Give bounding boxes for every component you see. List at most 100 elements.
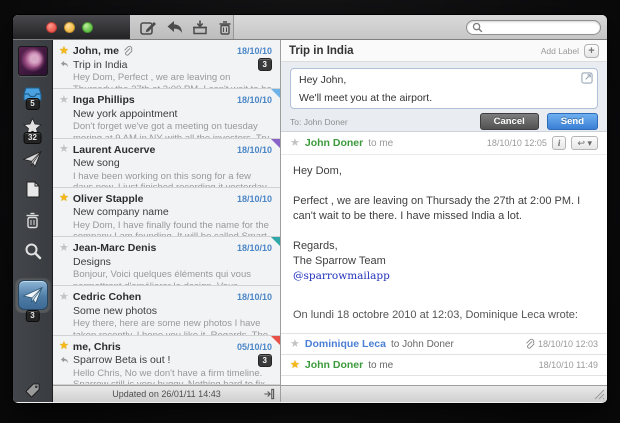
preview: Hey Dom, I have finally found the name f…: [73, 219, 269, 238]
body-paragraph: Perfect , we are leaving on Thursady the…: [293, 195, 581, 222]
thread-count-badge: 3: [257, 353, 272, 367]
subject: New company name: [73, 206, 169, 219]
paper-plane-icon: [23, 151, 42, 167]
body-signature: The Sparrow Team: [293, 255, 386, 267]
reading-footer: [281, 385, 607, 402]
sidebar-item-starred[interactable]: 32: [23, 118, 42, 144]
star-icon[interactable]: ★: [59, 94, 69, 106]
search-input[interactable]: [486, 22, 586, 32]
compose-button[interactable]: [140, 18, 157, 36]
twitter-link[interactable]: @sparrowmailapp: [293, 270, 390, 282]
sidebar-item-drafts[interactable]: [26, 181, 40, 198]
collapsed-message[interactable]: ★ Dominique Leca to John Doner 18/10/10 …: [281, 333, 607, 354]
sender: John, me: [72, 45, 119, 57]
date: 05/10/10: [236, 341, 272, 352]
collapsed-messages: ★ Dominique Leca to John Doner 18/10/10 …: [281, 333, 607, 385]
star-icon[interactable]: ★: [59, 341, 69, 352]
reply-line: We'll meet you at the airport.: [299, 92, 433, 104]
message-header[interactable]: ★ John Doner to me 18/10/10 12:05 i ↩ ▾: [281, 132, 607, 155]
collapsed-message[interactable]: ★ John Doner to me 18/10/10 11:49: [281, 354, 607, 375]
user-avatar[interactable]: [17, 46, 48, 76]
unread-corner: [271, 89, 280, 99]
cancel-button[interactable]: Cancel: [479, 113, 539, 130]
trash-button[interactable]: [217, 18, 233, 36]
quick-reply-area: Hey John, We'll meet you at the airport.…: [281, 62, 607, 132]
trash-icon: [25, 212, 40, 229]
send-button[interactable]: Send: [546, 113, 598, 130]
sidebar-item-inbox[interactable]: 5: [23, 87, 42, 110]
reply-button[interactable]: [166, 18, 183, 36]
expand-compose-icon[interactable]: [581, 72, 593, 84]
list-item[interactable]: ★ Jean-Marc Denis 18/10/10 Designs Bonjo…: [53, 237, 280, 287]
preview: I have been working on this song for a f…: [73, 170, 267, 188]
sparrow-folder-badge: 3: [25, 310, 40, 322]
list-item[interactable]: ★ Laurent Aucerve 18/10/10 New song I ha…: [53, 138, 280, 188]
info-button[interactable]: i: [551, 136, 567, 150]
preview: Hey Dom, Perfect , we are leaving on Thu…: [73, 72, 272, 90]
message-from: John Doner: [304, 137, 364, 149]
to-recipient: To: John Doner: [290, 116, 348, 127]
thread-count-badge: 3: [257, 58, 272, 71]
subject: Sparrow Beta is out !: [73, 354, 171, 367]
star-icon[interactable]: ★: [59, 45, 69, 57]
preview: Don't forget we've got a meeting on tues…: [73, 121, 270, 139]
star-icon[interactable]: ★: [59, 291, 69, 303]
tag-icon: [25, 383, 40, 398]
date: 18/10/10: [236, 243, 272, 254]
sidebar-item-search[interactable]: [24, 242, 42, 260]
zoom-window-button[interactable]: [82, 21, 93, 33]
sidebar-item-sparrow-selected[interactable]: 3: [14, 277, 51, 322]
list-item[interactable]: ★ Inga Phillips 18/10/10 New york appoin…: [53, 89, 280, 139]
message-datetime: 18/10/10 11:49: [538, 360, 598, 370]
list-item[interactable]: ★ me, Chris 05/10/10 Sparrow Beta is out…: [53, 335, 280, 385]
email-list: ★ John, me 18/10/10 Trip in India 3 Hey …: [53, 40, 281, 402]
date: 18/10/10: [236, 46, 272, 56]
unread-corner: [271, 237, 280, 247]
sender: Jean-Marc Denis: [72, 242, 157, 255]
minimize-window-button[interactable]: [64, 21, 75, 33]
subject: New song: [73, 157, 120, 170]
message-datetime: 18/10/10 12:05: [486, 138, 547, 148]
replied-icon: [59, 60, 69, 69]
date: 18/10/10: [236, 144, 272, 155]
archive-button[interactable]: [192, 18, 208, 36]
list-item[interactable]: ★ Oliver Stapple 18/10/10 New company na…: [53, 188, 280, 238]
add-label-button[interactable]: +: [584, 43, 599, 58]
attachment-icon: [525, 338, 535, 350]
list-item[interactable]: ★ John, me 18/10/10 Trip in India 3 Hey …: [53, 40, 280, 90]
star-icon[interactable]: ★: [290, 137, 300, 149]
sender: Cedric Cohen: [72, 291, 142, 304]
sidebar-item-trash[interactable]: [25, 212, 40, 229]
star-icon[interactable]: ★: [59, 193, 69, 204]
sidebar-item-labels[interactable]: [13, 383, 52, 398]
star-icon[interactable]: ★: [290, 338, 300, 350]
conversation-title: Trip in India: [289, 44, 354, 57]
sender: Laurent Aucerve: [72, 143, 156, 156]
search-field[interactable]: [466, 19, 601, 35]
sidebar-item-sent[interactable]: [23, 151, 42, 167]
message-from: Dominique Leca: [304, 338, 386, 350]
reply-dropdown-button[interactable]: ↩ ▾: [571, 136, 598, 150]
panel-toggle-icon[interactable]: [263, 388, 275, 400]
list-item[interactable]: ★ Cedric Cohen 18/10/10 Some new photos …: [53, 286, 280, 336]
app-window: 5 32 3 ★ John, me 18/10/10 Trip in India…: [13, 15, 607, 403]
close-window-button[interactable]: [46, 21, 57, 33]
resize-grip[interactable]: [594, 389, 605, 400]
star-icon[interactable]: ★: [59, 144, 69, 155]
reading-pane: Trip in India Add Label + Hey John, We'l…: [281, 40, 607, 402]
preview: Hey there, here are some new photos I ha…: [73, 318, 269, 336]
quick-reply-editor[interactable]: Hey John, We'll meet you at the airport.: [290, 68, 598, 109]
message-datetime: 18/10/10 12:03: [537, 339, 598, 349]
star-icon[interactable]: ★: [59, 242, 69, 254]
search-icon: [472, 22, 483, 33]
body-regards: Regards,: [293, 240, 338, 252]
star-icon[interactable]: ★: [290, 359, 300, 371]
subject: Designs: [73, 255, 111, 268]
message-to: to John Doner: [390, 338, 454, 350]
preview: Bonjour, Voici quelques éléments qui vou…: [73, 269, 251, 287]
attachment-icon: [123, 45, 133, 57]
updated-status: Updated on 26/01/11 14:43: [112, 389, 221, 399]
conversation-header: Trip in India Add Label +: [281, 40, 607, 62]
sender: Inga Phillips: [72, 94, 135, 107]
message-to: to me: [368, 359, 394, 371]
